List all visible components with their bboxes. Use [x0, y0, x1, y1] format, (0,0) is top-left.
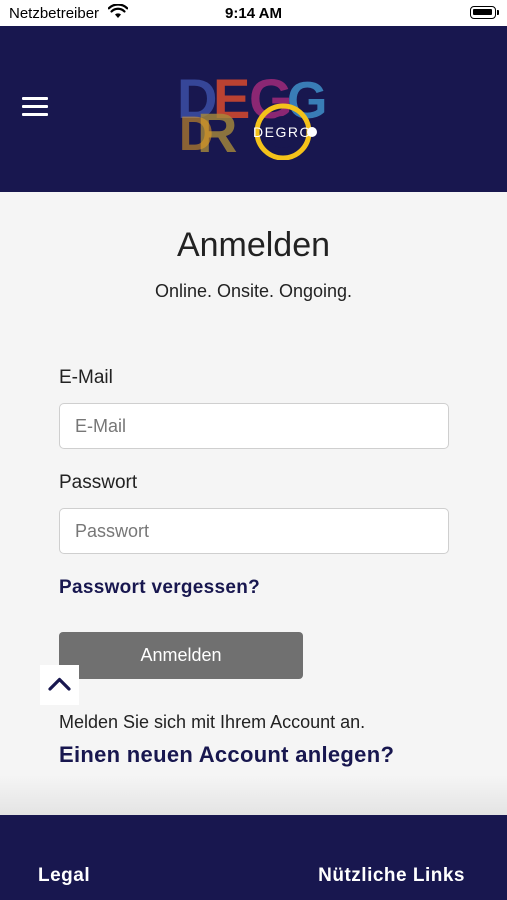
login-button[interactable]: Anmelden [59, 632, 303, 679]
degro-logo: D E G G R D DEGRO [177, 67, 327, 160]
hamburger-menu-icon[interactable] [22, 97, 48, 121]
page-title: Anmelden [176, 226, 331, 264]
email-field[interactable] [59, 403, 449, 449]
svg-text:D: D [179, 108, 214, 160]
chevron-up-icon [48, 677, 71, 691]
scroll-to-top-button[interactable] [40, 665, 79, 705]
footer-link-useful-links[interactable]: Nützliche Links [318, 865, 465, 887]
status-time: 9:14 AM [225, 5, 282, 22]
email-label: E-Mail [59, 367, 113, 388]
footer-link-legal[interactable]: Legal [38, 865, 90, 887]
app-footer: Legal Nützliche Links [0, 815, 507, 900]
battery-icon [470, 6, 499, 19]
forgot-password-link[interactable]: Passwort vergessen? [59, 577, 260, 599]
logo-text: DEGRO [253, 124, 312, 140]
app-header: D E G G R D DEGRO [0, 26, 507, 192]
status-bar: Netzbetreiber 9:14 AM [0, 0, 507, 26]
password-label: Passwort [59, 472, 138, 493]
register-link[interactable]: Einen neuen Account anlegen? [59, 742, 394, 768]
info-text: Melden Sie sich mit Ihrem Account an. [59, 712, 366, 732]
page-subtitle: Online. Onsite. Ongoing. [154, 281, 353, 301]
password-field[interactable] [59, 508, 449, 554]
footer-shadow [0, 775, 507, 815]
